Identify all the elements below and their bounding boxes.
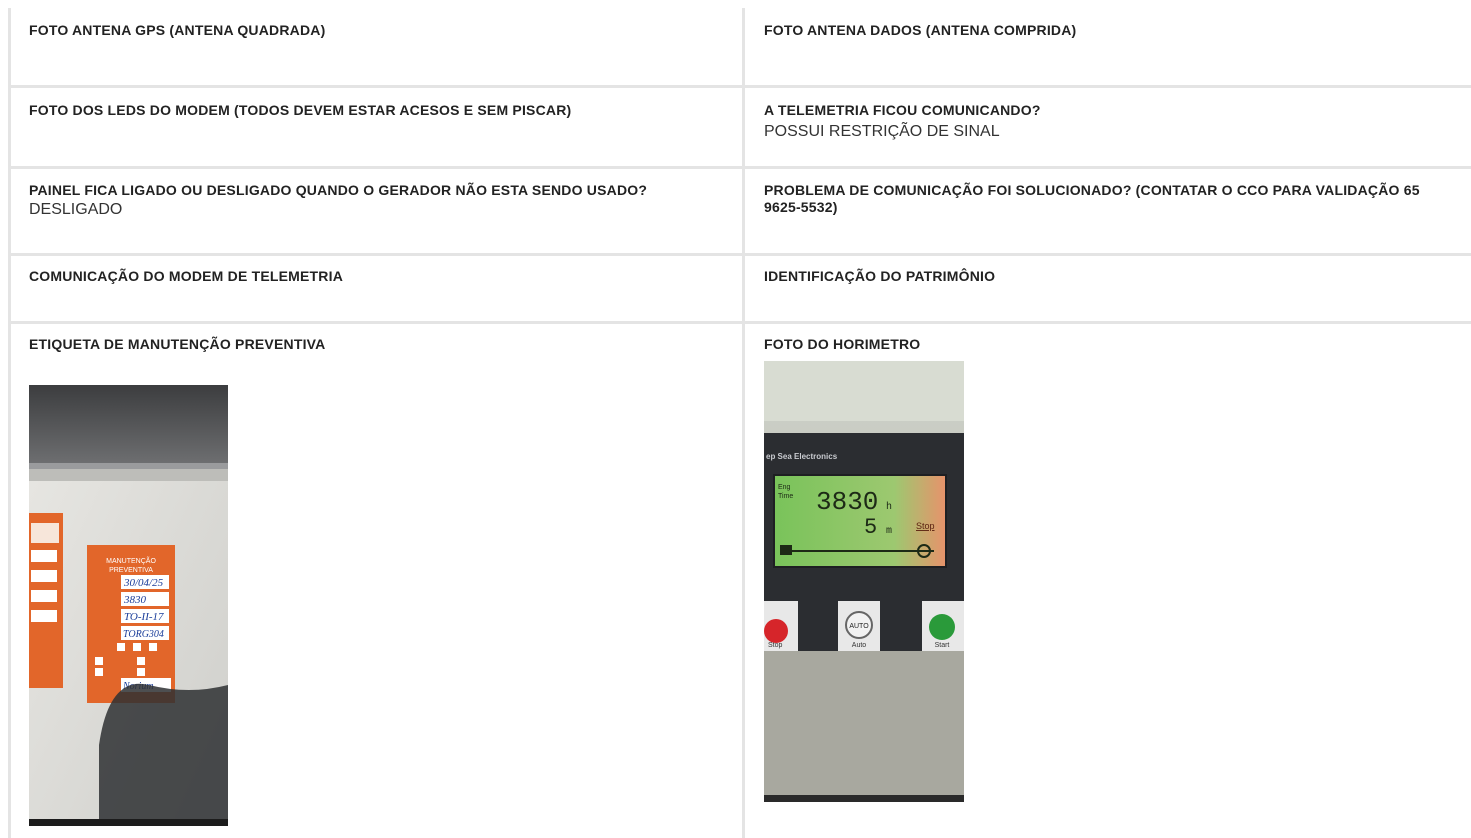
field-label: FOTO ANTENA GPS (ANTENA QUADRADA)	[29, 22, 326, 38]
horimetro-photo-image: ep Sea Electronics Eng Time 3830 h 5 m S…	[764, 361, 964, 802]
field-label: FOTO DOS LEDS DO MODEM (TODOS DEVEM ESTA…	[29, 102, 572, 118]
button-auto-text: AUTO	[849, 623, 869, 630]
field-foto-horimetro: FOTO DO HORIMETRO	[764, 336, 1464, 353]
row-divider	[11, 321, 1471, 324]
lcd-hours-value: 3830	[816, 487, 878, 517]
lcd-minutes-unit: m	[886, 526, 892, 537]
maintenance-sticker-photo[interactable]: MANUTENÇÃO PREVENTIVA 30/04/25 3830 TO-I…	[29, 385, 228, 826]
field-problema-solucionado: PROBLEMA DE COMUNICAÇÃO FOI SOLUCIONADO?…	[764, 182, 1444, 216]
button-stop-label: Stop	[768, 642, 783, 649]
field-label: FOTO ANTENA DADOS (ANTENA COMPRIDA)	[764, 22, 1077, 38]
form-grid: FOTO ANTENA GPS (ANTENA QUADRADA) FOTO A…	[8, 8, 1471, 838]
lcd-time-label: Time	[778, 493, 793, 500]
sticker-title-2: PREVENTIVA	[109, 567, 153, 574]
field-value: POSSUI RESTRIÇÃO DE SINAL	[764, 123, 1000, 140]
sticker-horimetro-value: 3830	[123, 594, 147, 606]
divider-left	[8, 8, 11, 838]
field-telemetria-comunicando: A TELEMETRIA FICOU COMUNICANDO? POSSUI R…	[764, 102, 1464, 142]
sticker-patrimonio-value: TORG304	[123, 629, 164, 640]
field-painel-ligado: PAINEL FICA LIGADO OU DESLIGADO QUANDO O…	[29, 182, 709, 220]
row-divider	[11, 85, 1471, 88]
lcd-minutes-value: 5	[864, 515, 877, 540]
sticker-plano-value: TO-II-17	[124, 611, 164, 623]
lcd-stop-text: Stop	[916, 521, 935, 531]
lcd-engine-label: Eng	[778, 484, 791, 491]
field-antena-gps: FOTO ANTENA GPS (ANTENA QUADRADA)	[29, 22, 729, 39]
field-value: DESLIGADO	[29, 201, 123, 218]
field-label: IDENTIFICAÇÃO DO PATRIMÔNIO	[764, 268, 996, 284]
field-label: A TELEMETRIA FICOU COMUNICANDO?	[764, 102, 1041, 118]
row-divider	[11, 166, 1471, 169]
button-auto-label: Auto	[852, 642, 867, 649]
divider-middle	[742, 8, 745, 838]
field-label: COMUNICAÇÃO DO MODEM DE TELEMETRIA	[29, 268, 344, 284]
sticker-title-1: MANUTENÇÃO	[106, 556, 156, 565]
device-brand: ep Sea Electronics	[766, 452, 838, 461]
sticker-date-value: 30/04/25	[123, 577, 164, 589]
field-label: PAINEL FICA LIGADO OU DESLIGADO QUANDO O…	[29, 182, 648, 198]
field-label: ETIQUETA DE MANUTENÇÃO PREVENTIVA	[29, 336, 326, 352]
lcd-hours-unit: h	[886, 501, 892, 513]
sticker-photo-image: MANUTENÇÃO PREVENTIVA 30/04/25 3830 TO-I…	[29, 385, 228, 826]
field-label: FOTO DO HORIMETRO	[764, 336, 921, 352]
field-identificacao-patrimonio: IDENTIFICAÇÃO DO PATRIMÔNIO	[764, 268, 1464, 285]
field-label: PROBLEMA DE COMUNICAÇÃO FOI SOLUCIONADO?…	[764, 182, 1420, 215]
button-start-label: Start	[935, 642, 950, 649]
field-comunicacao-modem: COMUNICAÇÃO DO MODEM DE TELEMETRIA	[29, 268, 729, 285]
horimetro-photo[interactable]: ep Sea Electronics Eng Time 3830 h 5 m S…	[764, 361, 964, 802]
field-etiqueta-manutencao: ETIQUETA DE MANUTENÇÃO PREVENTIVA	[29, 336, 729, 353]
row-divider	[11, 253, 1471, 256]
field-leds-modem: FOTO DOS LEDS DO MODEM (TODOS DEVEM ESTA…	[29, 102, 729, 119]
field-antena-dados: FOTO ANTENA DADOS (ANTENA COMPRIDA)	[764, 22, 1464, 39]
